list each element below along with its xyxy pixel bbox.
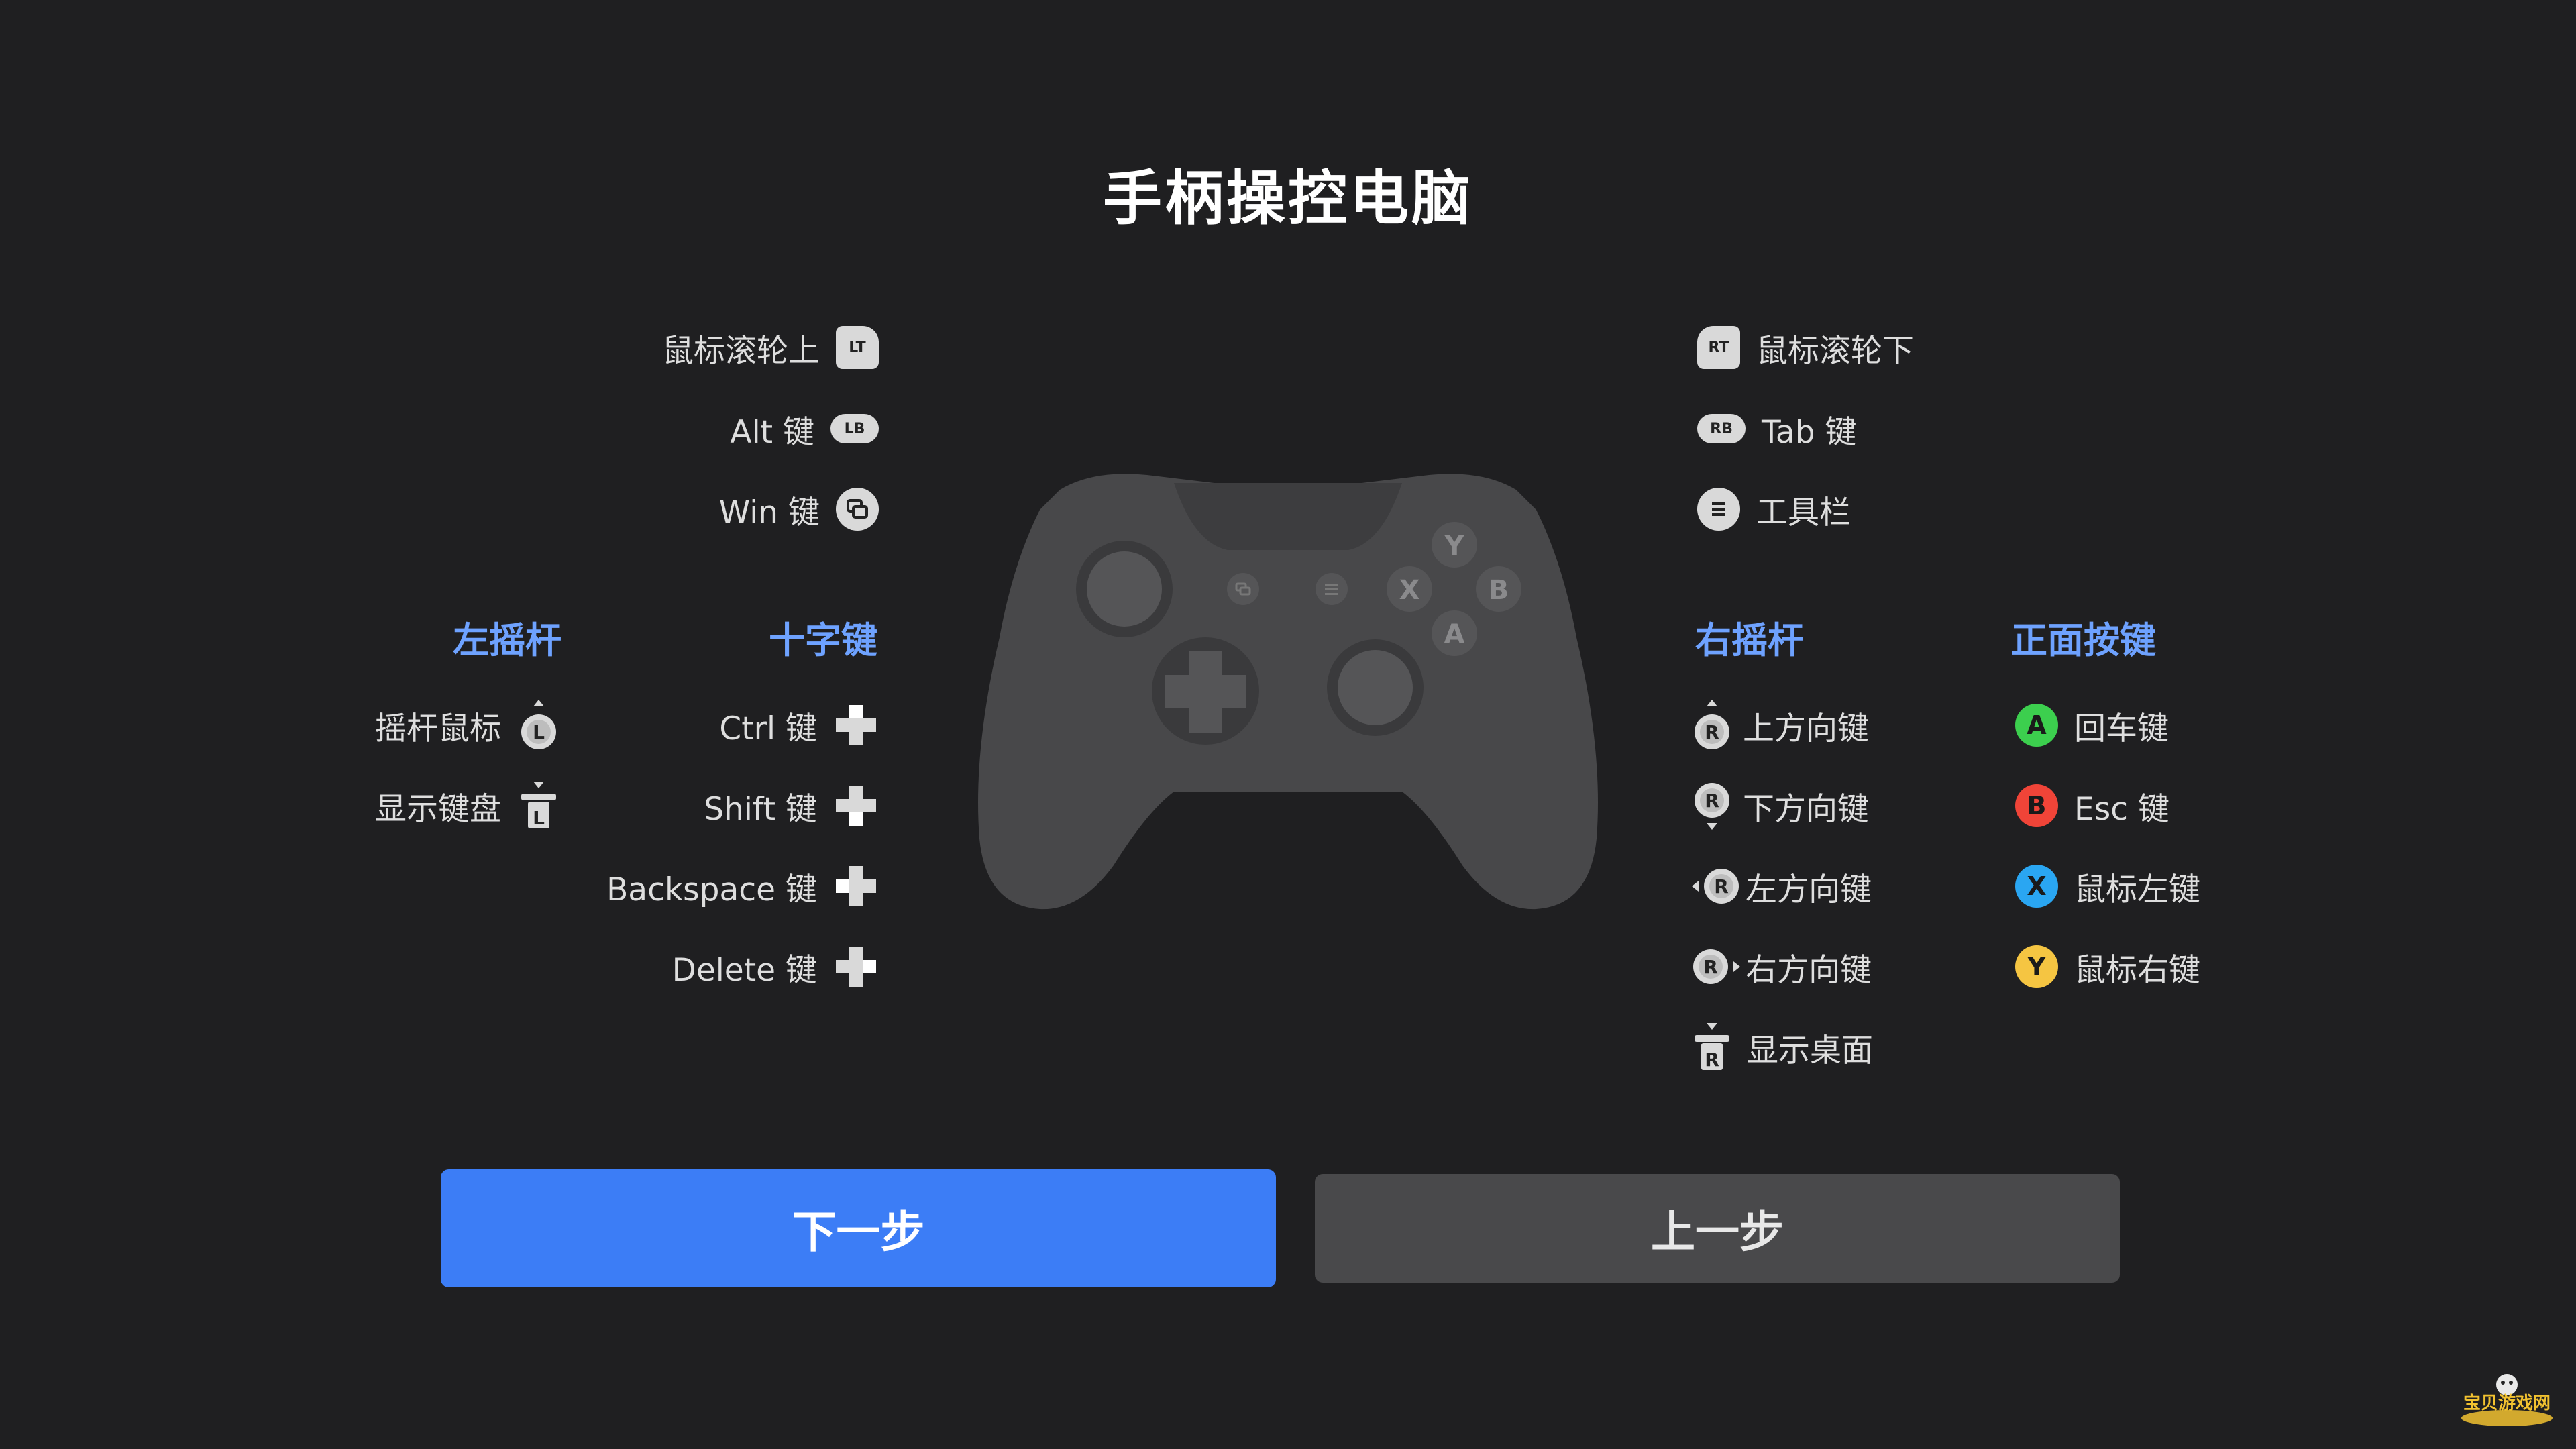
right-stick-up-icon: R — [1690, 698, 1733, 752]
lt-trigger-icon: LT — [836, 326, 879, 369]
mapping-row-lb: Alt 键 LB — [470, 402, 879, 455]
mapping-row-right-stick-down: R 下方向键 — [1690, 779, 1869, 833]
mapping-label: 鼠标滚轮下 — [1756, 332, 1914, 370]
mapping-label: 鼠标滚轮上 — [662, 332, 820, 370]
page-title: 手柄操控电脑 — [1102, 164, 1473, 233]
heading-dpad: 十字键 — [769, 619, 877, 661]
svg-text:宝贝游戏网: 宝贝游戏网 — [2463, 1393, 2551, 1413]
mapping-label: Tab 键 — [1762, 413, 1857, 451]
right-stick-press-icon: R — [1690, 1020, 1733, 1074]
mapping-label: Delete 键 — [672, 951, 817, 989]
mapping-row-dpad-down: Shift 键 — [577, 779, 879, 833]
mapping-row-dpad-right: Delete 键 — [577, 940, 879, 994]
prev-button[interactable]: 上一步 — [1315, 1174, 2120, 1283]
mapping-row-button-b: B Esc 键 — [2015, 779, 2169, 833]
next-button[interactable]: 下一步 — [441, 1169, 1276, 1287]
right-stick-left-icon: R — [1690, 865, 1741, 908]
watermark-logo: 宝贝游戏网 — [2461, 1374, 2553, 1426]
mapping-row-left-stick-move: 摇杆鼠标 L — [322, 698, 560, 752]
controller-right-stick — [1338, 650, 1413, 725]
dpad-down-icon — [833, 783, 879, 828]
lb-bumper-icon: LB — [830, 414, 879, 443]
svg-text:L: L — [533, 721, 545, 743]
svg-text:B: B — [1489, 575, 1509, 606]
svg-text:Y: Y — [1444, 531, 1465, 561]
rt-trigger-icon: RT — [1697, 326, 1740, 369]
x-button-icon: X — [2015, 865, 2058, 908]
left-stick-move-icon: L — [517, 698, 560, 752]
right-stick-right-icon: R — [1690, 945, 1741, 988]
mapping-label: 下方向键 — [1743, 790, 1869, 828]
mapping-row-rb: RB Tab 键 — [1697, 402, 1857, 455]
mapping-label: 鼠标右键 — [2074, 951, 2200, 989]
y-button-icon: Y — [2015, 945, 2058, 988]
controller-illustration: Y X B A — [978, 474, 1598, 910]
dpad-up-icon — [833, 702, 879, 748]
svg-text:R: R — [1705, 721, 1719, 743]
mapping-row-menu: 工具栏 — [1697, 482, 1851, 536]
mapping-row-right-stick-up: R 上方向键 — [1690, 698, 1869, 752]
mapping-label: 摇杆鼠标 — [375, 710, 501, 747]
b-button-icon: B — [2015, 784, 2058, 827]
a-button-icon: A — [2015, 704, 2058, 747]
right-stick-down-icon: R — [1690, 779, 1733, 833]
heading-face-buttons: 正面按键 — [2011, 619, 2156, 661]
menu-button-icon — [1697, 488, 1740, 531]
mapping-row-right-stick-press: R 显示桌面 — [1690, 1020, 1873, 1074]
mapping-label: 鼠标左键 — [2074, 871, 2200, 908]
mapping-row-left-stick-press: 显示键盘 L — [322, 779, 560, 833]
svg-text:L: L — [533, 807, 545, 829]
mapping-row-right-stick-left: R 左方向键 — [1690, 859, 1872, 913]
mapping-row-button-a: A 回车键 — [2015, 698, 2169, 752]
mapping-label: Esc 键 — [2074, 790, 2169, 828]
svg-text:X: X — [1399, 575, 1420, 606]
mapping-label: Ctrl 键 — [719, 710, 817, 747]
left-stick-press-icon: L — [517, 779, 560, 833]
mapping-label: 工具栏 — [1756, 494, 1851, 531]
mapping-row-button-y: Y 鼠标右键 — [2015, 940, 2200, 994]
rb-bumper-icon: RB — [1697, 414, 1746, 443]
dpad-left-icon — [833, 863, 879, 909]
mapping-label: Backspace 键 — [606, 871, 817, 908]
mapping-row-dpad-left: Backspace 键 — [577, 859, 879, 913]
mapping-row-right-stick-right: R 右方向键 — [1690, 940, 1872, 994]
heading-right-stick: 右摇杆 — [1695, 619, 1804, 661]
mapping-label: Alt 键 — [730, 413, 814, 451]
mapping-label: 上方向键 — [1743, 710, 1869, 747]
mapping-row-view: Win 键 — [470, 482, 879, 536]
svg-text:A: A — [1444, 619, 1465, 650]
mapping-row-rt: RT 鼠标滚轮下 — [1697, 321, 1914, 374]
heading-left-stick: 左摇杆 — [453, 619, 561, 661]
mapping-label: 显示桌面 — [1747, 1032, 1873, 1069]
guide-screen: 手柄操控电脑 鼠标滚轮上 LT Alt 键 LB Win 键 RT 鼠标滚轮下 … — [0, 0, 2576, 1449]
mapping-label: 右方向键 — [1746, 951, 1872, 989]
controller-left-stick — [1087, 551, 1162, 627]
svg-text:R: R — [1705, 790, 1719, 812]
controller-top-panel — [1174, 483, 1402, 550]
mapping-row-lt: 鼠标滚轮上 LT — [470, 321, 879, 374]
mapping-label: 左方向键 — [1746, 871, 1872, 908]
mapping-row-dpad-up: Ctrl 键 — [577, 698, 879, 752]
svg-text:R: R — [1714, 875, 1729, 898]
dpad-right-icon — [833, 944, 879, 989]
mapping-row-button-x: X 鼠标左键 — [2015, 859, 2200, 913]
mapping-label: Shift 键 — [704, 790, 817, 828]
mapping-label: 回车键 — [2074, 710, 2169, 747]
svg-text:R: R — [1703, 956, 1718, 978]
mapping-label: Win 键 — [718, 494, 820, 531]
mapping-label: 显示键盘 — [375, 790, 501, 828]
view-button-icon — [836, 488, 879, 531]
svg-text:R: R — [1705, 1049, 1719, 1071]
